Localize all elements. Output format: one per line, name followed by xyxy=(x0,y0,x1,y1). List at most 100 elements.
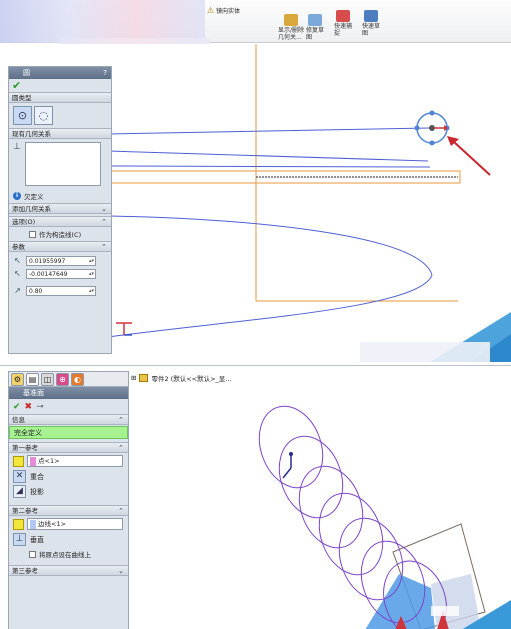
rapid-sketch-button[interactable]: 快速草 图 xyxy=(362,10,380,37)
help-icon[interactable]: ? xyxy=(103,67,107,79)
selection-color-swatch xyxy=(30,519,36,529)
status-row: i 欠定义 xyxy=(9,189,111,203)
chevron-up-icon[interactable]: ⌃ xyxy=(118,415,124,425)
action-row: ✔ ✖ ⊸ xyxy=(9,399,128,414)
status-badge: 完全定义 xyxy=(9,426,128,439)
part-name: 零件2 (默认<<默认>_显... xyxy=(151,375,232,383)
panel-title: 圆 xyxy=(23,69,30,77)
section-label: 第三参考 xyxy=(12,567,38,575)
feature-tree-root[interactable]: ⊞ 零件2 (默认<<默认>_显... xyxy=(131,373,231,383)
center-y-row: ↖ -0.00147649 ▴▾ xyxy=(9,267,111,280)
cmd-label: 显示/删除 几何关... xyxy=(278,27,305,41)
construction-option[interactable]: 作为构造线(C) xyxy=(9,227,111,241)
top-screenshot: ⚠ 镜向实体 显示/删除 几何关... 修复草 图 快速捕 捉 快速草 图 🔍 … xyxy=(0,0,511,362)
perpendicular-relation-icon: ⊥ xyxy=(13,142,21,152)
options-header[interactable]: 选项(O) ⌃ xyxy=(9,216,111,227)
section-label: 第一参考 xyxy=(12,444,38,452)
spin-icon[interactable]: ▴▾ xyxy=(89,270,94,279)
add-relations-header[interactable]: 添加几何关系 ⌄ xyxy=(9,203,111,214)
spin-icon[interactable]: ▴▾ xyxy=(89,287,94,296)
expand-icon[interactable]: ⊞ xyxy=(131,374,136,382)
cancel-button[interactable]: ✖ xyxy=(25,402,33,412)
display-manager-tab[interactable]: ◐ xyxy=(71,373,84,386)
radius-icon: ↗ xyxy=(14,286,21,295)
first-reference-header[interactable]: 第一参考 ⌃ xyxy=(9,442,128,453)
status-text: 欠定义 xyxy=(24,193,44,201)
bottom-screenshot: ⊞ 零件2 (默认<<默认>_显... ⚙ ▤ ◫ ⊕ ◐ 基准面 ✔ ✖ ⊸ … xyxy=(0,365,511,629)
coincident-icon: ✕ xyxy=(13,470,26,483)
pushpin-icon[interactable]: ⊸ xyxy=(36,402,44,412)
origin-on-curve-option[interactable]: 将原点设在曲线上 xyxy=(9,547,128,561)
construction-checkbox[interactable] xyxy=(29,230,36,238)
mirror-label: 镜向实体 xyxy=(216,8,241,15)
parameters-header[interactable]: 参数 ⌃ xyxy=(9,241,111,252)
existing-relations-header[interactable]: 现有几何关系 xyxy=(9,128,111,139)
center-x-input[interactable]: 0.01955997 ▴▾ xyxy=(26,255,96,266)
cmd-label: 修复草 图 xyxy=(306,27,325,41)
section-label: 信息 xyxy=(12,416,25,424)
second-reference-field[interactable]: 边线<1> xyxy=(9,516,128,532)
chevron-down-icon[interactable]: ⌄ xyxy=(118,566,124,576)
center-y-input[interactable]: -0.00147649 ▴▾ xyxy=(26,268,96,279)
radius-input[interactable]: 0.80 ▴▾ xyxy=(26,285,96,296)
display-relations-button[interactable]: 显示/删除 几何关... xyxy=(278,14,304,41)
cmd-label: 快速草 图 xyxy=(362,23,381,37)
configuration-manager-tab[interactable]: ◫ xyxy=(41,373,54,386)
property-manager-tab[interactable]: ▤ xyxy=(26,373,39,386)
panel-title-bar: 基准面 xyxy=(9,387,128,399)
warning-icon: ⚠ xyxy=(207,6,215,15)
center-circle-button[interactable]: ⊙ xyxy=(13,106,32,125)
quick-snap-button[interactable]: 快速捕 捉 xyxy=(334,10,352,37)
second-reference-header[interactable]: 第二参考 ⌃ xyxy=(9,505,128,516)
project-option[interactable]: ◢ 投影 xyxy=(9,484,128,499)
section-label: 参数 xyxy=(12,243,25,251)
first-reference-input[interactable]: 点<1> xyxy=(27,455,123,467)
second-reference-input[interactable]: 边线<1> xyxy=(27,518,123,530)
relations-listbox[interactable] xyxy=(24,142,101,186)
perimeter-circle-button[interactable]: ◌ xyxy=(34,106,53,125)
section-label: 第二参考 xyxy=(12,507,38,515)
chevron-up-icon[interactable]: ⌃ xyxy=(118,506,124,516)
chevron-up-icon[interactable]: ⌃ xyxy=(118,443,124,453)
section-label: 添加几何关系 xyxy=(12,205,51,213)
third-reference-header[interactable]: 第三参考 ⌄ xyxy=(9,565,128,576)
center-x-row: ↖ 0.01955997 ▴▾ xyxy=(9,254,111,267)
feature-manager-tab[interactable]: ⚙ xyxy=(11,373,24,386)
chevron-up-icon[interactable]: ⌃ xyxy=(101,242,107,252)
reference-icon xyxy=(13,518,24,530)
origin-on-curve-checkbox[interactable] xyxy=(29,550,36,558)
info-icon: i xyxy=(13,192,21,200)
model-canvas[interactable] xyxy=(131,384,511,629)
ok-button[interactable]: ✔ xyxy=(9,79,111,92)
panel-title: 基准面 xyxy=(23,389,44,397)
chevron-up-icon[interactable]: ⌃ xyxy=(101,217,107,227)
repair-icon xyxy=(308,14,322,26)
snap-icon xyxy=(336,10,350,22)
circle-property-manager: 圆 ? ✔ 圆类型 ⊙ ◌ 现有几何关系 ⊥ i 欠定义 添加几何关系 ⌄ 选项(… xyxy=(8,66,112,354)
selection-color-swatch xyxy=(30,456,36,466)
perpendicular-option[interactable]: ⊥ 垂直 xyxy=(9,532,128,547)
mirror-entities-button[interactable]: ⚠ 镜向实体 xyxy=(207,6,240,15)
plane-property-manager: ⚙ ▤ ◫ ⊕ ◐ 基准面 ✔ ✖ ⊸ 信息 ⌃ 完全定义 第一参考 ⌃ 点<1… xyxy=(8,371,129,629)
dimxpert-tab[interactable]: ⊕ xyxy=(56,373,69,386)
parameters-body: ↖ 0.01955997 ▴▾ ↖ -0.00147649 ▴▾ ↗ 0.80 ▴▾ xyxy=(9,252,111,297)
chevron-down-icon[interactable]: ⌄ xyxy=(101,204,107,214)
perpendicular-icon: ⊥ xyxy=(13,533,26,546)
spin-icon[interactable]: ▴▾ xyxy=(89,257,94,266)
coincident-option[interactable]: ✕ 重合 xyxy=(9,469,128,484)
message-header[interactable]: 信息 ⌃ xyxy=(9,414,128,425)
section-label: 选项(O) xyxy=(12,218,36,226)
circle-type-header[interactable]: 圆类型 xyxy=(9,92,111,103)
section-label: 圆类型 xyxy=(12,94,32,102)
section-label: 现有几何关系 xyxy=(12,130,51,138)
ok-button[interactable]: ✔ xyxy=(13,402,21,412)
repair-sketch-button[interactable]: 修复草 图 xyxy=(306,14,324,41)
blurred-area xyxy=(0,0,205,43)
first-reference-field[interactable]: 点<1> xyxy=(9,453,128,469)
manager-tabs: ⚙ ▤ ◫ ⊕ ◐ xyxy=(9,372,128,387)
rapid-sketch-icon xyxy=(364,10,378,22)
reference-icon xyxy=(13,455,24,467)
radius-row: ↗ 0.80 ▴▾ xyxy=(9,284,111,297)
center-x-icon: ↖ xyxy=(14,256,21,265)
relations-icon xyxy=(284,14,299,26)
